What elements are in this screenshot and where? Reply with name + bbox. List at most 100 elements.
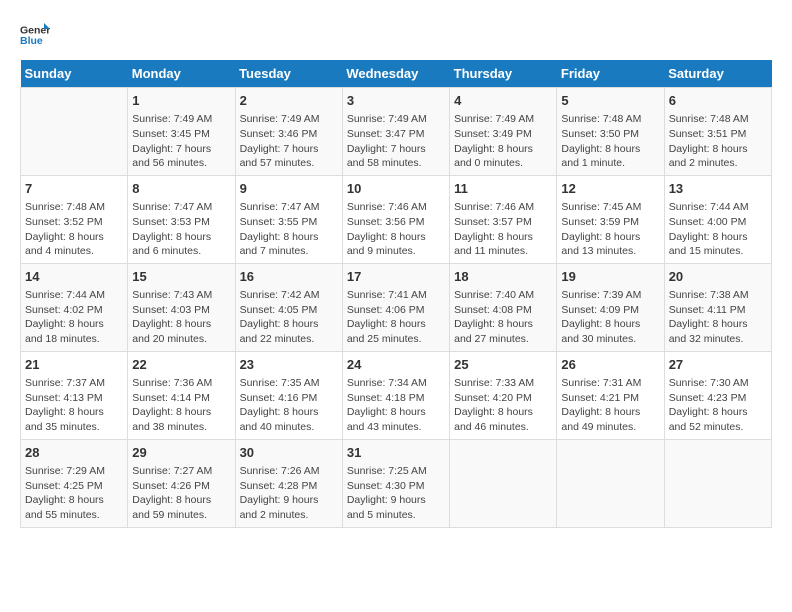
weekday-header-cell: Saturday [664, 60, 771, 88]
day-info: Sunrise: 7:49 AM Sunset: 3:47 PM Dayligh… [347, 112, 445, 171]
day-info: Sunrise: 7:49 AM Sunset: 3:49 PM Dayligh… [454, 112, 552, 171]
day-number: 12 [561, 180, 659, 198]
calendar-row: 21 Sunrise: 7:37 AM Sunset: 4:13 PM Dayli… [21, 351, 772, 439]
calendar-cell: 12Sunrise: 7:45 AM Sunset: 3:59 PM Dayli… [557, 175, 664, 263]
calendar-cell [664, 439, 771, 527]
calendar-cell: 11 Sunrise: 7:46 AM Sunset: 3:57 PM Dayli… [450, 175, 557, 263]
day-info: Sunrise: 7:25 AM Sunset: 4:30 PM Dayligh… [347, 464, 445, 523]
calendar-cell: 3 Sunrise: 7:49 AM Sunset: 3:47 PM Daylig… [342, 88, 449, 176]
day-number: 31 [347, 444, 445, 462]
calendar-cell: 13 Sunrise: 7:44 AM Sunset: 4:00 PM Dayli… [664, 175, 771, 263]
calendar-cell: 17 Sunrise: 7:41 AM Sunset: 4:06 PM Dayli… [342, 263, 449, 351]
day-number: 11 [454, 180, 552, 198]
calendar-cell: 4Sunrise: 7:49 AM Sunset: 3:49 PM Daylig… [450, 88, 557, 176]
weekday-header-cell: Friday [557, 60, 664, 88]
day-info: Sunrise: 7:43 AM Sunset: 4:03 PM Dayligh… [132, 288, 230, 347]
calendar-table: SundayMondayTuesdayWednesdayThursdayFrid… [20, 60, 772, 528]
day-number: 15 [132, 268, 230, 286]
calendar-cell: 25 Sunrise: 7:33 AM Sunset: 4:20 PM Dayli… [450, 351, 557, 439]
calendar-cell: 19 Sunrise: 7:39 AM Sunset: 4:09 PM Dayli… [557, 263, 664, 351]
day-number: 20 [669, 268, 767, 286]
calendar-cell: 28Sunrise: 7:29 AM Sunset: 4:25 PM Dayli… [21, 439, 128, 527]
day-info: Sunrise: 7:33 AM Sunset: 4:20 PM Dayligh… [454, 376, 552, 435]
day-number: 24 [347, 356, 445, 374]
day-info: Sunrise: 7:44 AM Sunset: 4:02 PM Dayligh… [25, 288, 123, 347]
day-number: 16 [240, 268, 338, 286]
day-number: 3 [347, 92, 445, 110]
logo: General Blue [20, 20, 50, 50]
logo-icon: General Blue [20, 20, 50, 50]
day-number: 13 [669, 180, 767, 198]
day-number: 23 [240, 356, 338, 374]
calendar-cell: 20 Sunrise: 7:38 AM Sunset: 4:11 PM Dayli… [664, 263, 771, 351]
calendar-cell: 27Sunrise: 7:30 AM Sunset: 4:23 PM Dayli… [664, 351, 771, 439]
day-info: Sunrise: 7:30 AM Sunset: 4:23 PM Dayligh… [669, 376, 767, 435]
calendar-cell: 18 Sunrise: 7:40 AM Sunset: 4:08 PM Dayli… [450, 263, 557, 351]
calendar-cell: 10 Sunrise: 7:46 AM Sunset: 3:56 PM Dayli… [342, 175, 449, 263]
weekday-header-cell: Thursday [450, 60, 557, 88]
day-number: 5 [561, 92, 659, 110]
day-info: Sunrise: 7:39 AM Sunset: 4:09 PM Dayligh… [561, 288, 659, 347]
day-number: 25 [454, 356, 552, 374]
day-number: 10 [347, 180, 445, 198]
calendar-cell: 30Sunrise: 7:26 AM Sunset: 4:28 PM Dayli… [235, 439, 342, 527]
day-info: Sunrise: 7:48 AM Sunset: 3:51 PM Dayligh… [669, 112, 767, 171]
day-number: 19 [561, 268, 659, 286]
day-info: Sunrise: 7:36 AM Sunset: 4:14 PM Dayligh… [132, 376, 230, 435]
day-number: 21 [25, 356, 123, 374]
day-info: Sunrise: 7:27 AM Sunset: 4:26 PM Dayligh… [132, 464, 230, 523]
calendar-body: 1Sunrise: 7:49 AM Sunset: 3:45 PM Daylig… [21, 88, 772, 528]
calendar-cell: 6Sunrise: 7:48 AM Sunset: 3:51 PM Daylig… [664, 88, 771, 176]
calendar-cell: 1Sunrise: 7:49 AM Sunset: 3:45 PM Daylig… [128, 88, 235, 176]
calendar-cell: 16 Sunrise: 7:42 AM Sunset: 4:05 PM Dayli… [235, 263, 342, 351]
calendar-row: 28Sunrise: 7:29 AM Sunset: 4:25 PM Dayli… [21, 439, 772, 527]
day-number: 29 [132, 444, 230, 462]
calendar-cell: 2 Sunrise: 7:49 AM Sunset: 3:46 PM Daylig… [235, 88, 342, 176]
day-number: 14 [25, 268, 123, 286]
calendar-row: 1Sunrise: 7:49 AM Sunset: 3:45 PM Daylig… [21, 88, 772, 176]
calendar-cell: 29 Sunrise: 7:27 AM Sunset: 4:26 PM Dayli… [128, 439, 235, 527]
day-info: Sunrise: 7:42 AM Sunset: 4:05 PM Dayligh… [240, 288, 338, 347]
day-number: 26 [561, 356, 659, 374]
day-info: Sunrise: 7:46 AM Sunset: 3:57 PM Dayligh… [454, 200, 552, 259]
weekday-header-cell: Sunday [21, 60, 128, 88]
calendar-cell: 26 Sunrise: 7:31 AM Sunset: 4:21 PM Dayli… [557, 351, 664, 439]
day-info: Sunrise: 7:48 AM Sunset: 3:52 PM Dayligh… [25, 200, 123, 259]
calendar-row: 14 Sunrise: 7:44 AM Sunset: 4:02 PM Dayli… [21, 263, 772, 351]
svg-text:Blue: Blue [20, 35, 43, 47]
day-info: Sunrise: 7:41 AM Sunset: 4:06 PM Dayligh… [347, 288, 445, 347]
day-info: Sunrise: 7:46 AM Sunset: 3:56 PM Dayligh… [347, 200, 445, 259]
day-info: Sunrise: 7:47 AM Sunset: 3:53 PM Dayligh… [132, 200, 230, 259]
calendar-cell: 15 Sunrise: 7:43 AM Sunset: 4:03 PM Dayli… [128, 263, 235, 351]
header: General Blue [20, 20, 772, 50]
calendar-row: 7 Sunrise: 7:48 AM Sunset: 3:52 PM Daylig… [21, 175, 772, 263]
calendar-cell: 22Sunrise: 7:36 AM Sunset: 4:14 PM Dayli… [128, 351, 235, 439]
calendar-cell: 8 Sunrise: 7:47 AM Sunset: 3:53 PM Daylig… [128, 175, 235, 263]
day-info: Sunrise: 7:47 AM Sunset: 3:55 PM Dayligh… [240, 200, 338, 259]
weekday-header-cell: Wednesday [342, 60, 449, 88]
calendar-cell: 9 Sunrise: 7:47 AM Sunset: 3:55 PM Daylig… [235, 175, 342, 263]
day-number: 2 [240, 92, 338, 110]
calendar-cell [450, 439, 557, 527]
day-number: 17 [347, 268, 445, 286]
day-info: Sunrise: 7:31 AM Sunset: 4:21 PM Dayligh… [561, 376, 659, 435]
day-info: Sunrise: 7:49 AM Sunset: 3:46 PM Dayligh… [240, 112, 338, 171]
day-number: 9 [240, 180, 338, 198]
calendar-cell: 14 Sunrise: 7:44 AM Sunset: 4:02 PM Dayli… [21, 263, 128, 351]
day-number: 28 [25, 444, 123, 462]
calendar-cell: 5 Sunrise: 7:48 AM Sunset: 3:50 PM Daylig… [557, 88, 664, 176]
day-info: Sunrise: 7:40 AM Sunset: 4:08 PM Dayligh… [454, 288, 552, 347]
day-number: 18 [454, 268, 552, 286]
day-info: Sunrise: 7:37 AM Sunset: 4:13 PM Dayligh… [25, 376, 123, 435]
day-info: Sunrise: 7:48 AM Sunset: 3:50 PM Dayligh… [561, 112, 659, 171]
calendar-cell: 23Sunrise: 7:35 AM Sunset: 4:16 PM Dayli… [235, 351, 342, 439]
day-info: Sunrise: 7:34 AM Sunset: 4:18 PM Dayligh… [347, 376, 445, 435]
day-info: Sunrise: 7:44 AM Sunset: 4:00 PM Dayligh… [669, 200, 767, 259]
day-number: 8 [132, 180, 230, 198]
weekday-header-row: SundayMondayTuesdayWednesdayThursdayFrid… [21, 60, 772, 88]
calendar-cell [21, 88, 128, 176]
day-info: Sunrise: 7:38 AM Sunset: 4:11 PM Dayligh… [669, 288, 767, 347]
day-number: 7 [25, 180, 123, 198]
calendar-cell [557, 439, 664, 527]
day-info: Sunrise: 7:49 AM Sunset: 3:45 PM Dayligh… [132, 112, 230, 171]
